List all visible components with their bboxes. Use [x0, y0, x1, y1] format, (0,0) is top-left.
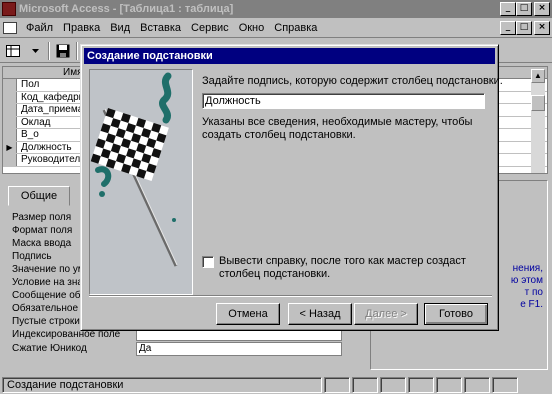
view-icon[interactable]	[4, 42, 22, 60]
minimize-button[interactable]: _	[500, 2, 516, 16]
column-label-input[interactable]: Должность	[202, 93, 485, 109]
help-line: нения,	[512, 263, 543, 274]
field-name[interactable]: Руководитель	[17, 154, 85, 165]
finish-button[interactable]: Готово	[424, 303, 488, 325]
doc-minimize-button[interactable]: _	[500, 20, 516, 35]
scroll-up-icon[interactable]: ▲	[531, 69, 545, 83]
tab-general[interactable]: Общие	[8, 186, 70, 206]
status-cell	[436, 376, 462, 393]
field-name[interactable]: Оклад	[17, 117, 51, 128]
status-cell	[492, 376, 518, 393]
prop-label: Размер поля	[12, 212, 72, 223]
cancel-button[interactable]: Отмена	[216, 303, 280, 325]
field-name[interactable]: Дата_приема	[17, 104, 83, 115]
window-title: Microsoft Access - [Таблица1 : таблица]	[19, 3, 234, 15]
status-text: Создание подстановки	[2, 376, 322, 393]
status-cell	[408, 376, 434, 393]
checkered-flag-image	[89, 69, 193, 295]
menu-edit[interactable]: Правка	[58, 22, 105, 34]
status-cell	[352, 376, 378, 393]
prop-label: Маска ввода	[12, 238, 72, 249]
menu-bar: Файл Правка Вид Вставка Сервис Окно Спра…	[0, 18, 552, 38]
scroll-thumb[interactable]	[531, 95, 545, 111]
prop-label: Сжатие Юникод	[12, 343, 87, 354]
status-cell	[464, 376, 490, 393]
maximize-button[interactable]: □	[516, 2, 532, 16]
status-cell	[380, 376, 406, 393]
help-line: т по	[524, 287, 543, 298]
toolbar-separator	[76, 41, 78, 60]
button-divider	[89, 295, 492, 297]
access-app-icon[interactable]	[2, 2, 16, 16]
status-bar: Создание подстановки	[0, 375, 552, 394]
field-name[interactable]: Должность	[17, 142, 72, 153]
menu-help[interactable]: Справка	[269, 22, 322, 34]
help-line: е F1.	[520, 299, 543, 310]
doc-close-button[interactable]: ×	[534, 20, 550, 35]
prop-label: Сообщение об	[12, 290, 81, 301]
menu-insert[interactable]: Вставка	[135, 22, 186, 34]
prop-label: Обязательное	[12, 303, 79, 314]
field-name[interactable]: Пол	[17, 79, 39, 90]
help-line: ю этом	[510, 275, 543, 286]
lookup-wizard-dialog: Создание подстановки Задайте подпись, ко…	[80, 44, 503, 331]
prop-label: Подпись	[12, 251, 52, 262]
table-doc-icon[interactable]	[3, 21, 17, 34]
next-button[interactable]: Далее >	[354, 303, 418, 325]
toolbar-separator	[48, 41, 50, 60]
field-grid-scrollbar[interactable]: ▲	[531, 69, 545, 173]
close-button[interactable]: ×	[534, 2, 550, 16]
prop-value-field[interactable]: Да	[136, 342, 342, 356]
show-help-checkbox[interactable]	[202, 256, 214, 268]
view-dropdown-icon[interactable]	[26, 42, 44, 60]
prop-label: Значение по ум	[12, 264, 85, 275]
wizard-prompt: Задайте подпись, которую содержит столбе…	[202, 75, 503, 87]
menu-file[interactable]: Файл	[21, 22, 58, 34]
save-icon[interactable]	[54, 42, 72, 60]
wizard-title: Создание подстановки	[84, 48, 495, 64]
prop-label: Пустые строки	[12, 316, 80, 327]
wizard-info-text: Указаны все сведения, необходимые мастер…	[202, 116, 473, 141]
prop-label: Условие на зна	[12, 277, 83, 288]
prop-label: Формат поля	[12, 225, 73, 236]
show-help-checkbox-label[interactable]: Вывести справку, после того как мастер с…	[219, 255, 491, 281]
doc-restore-button[interactable]: □	[516, 20, 532, 35]
title-bar: Microsoft Access - [Таблица1 : таблица] …	[0, 0, 552, 18]
field-name[interactable]: Код_кафедры	[17, 92, 86, 103]
menu-window[interactable]: Окно	[234, 22, 270, 34]
menu-tools[interactable]: Сервис	[186, 22, 234, 34]
menu-view[interactable]: Вид	[105, 22, 135, 34]
current-row-marker[interactable]: ▶	[3, 141, 17, 153]
field-name[interactable]: В_о	[17, 129, 39, 140]
status-cell	[324, 376, 350, 393]
back-button[interactable]: < Назад	[288, 303, 352, 325]
